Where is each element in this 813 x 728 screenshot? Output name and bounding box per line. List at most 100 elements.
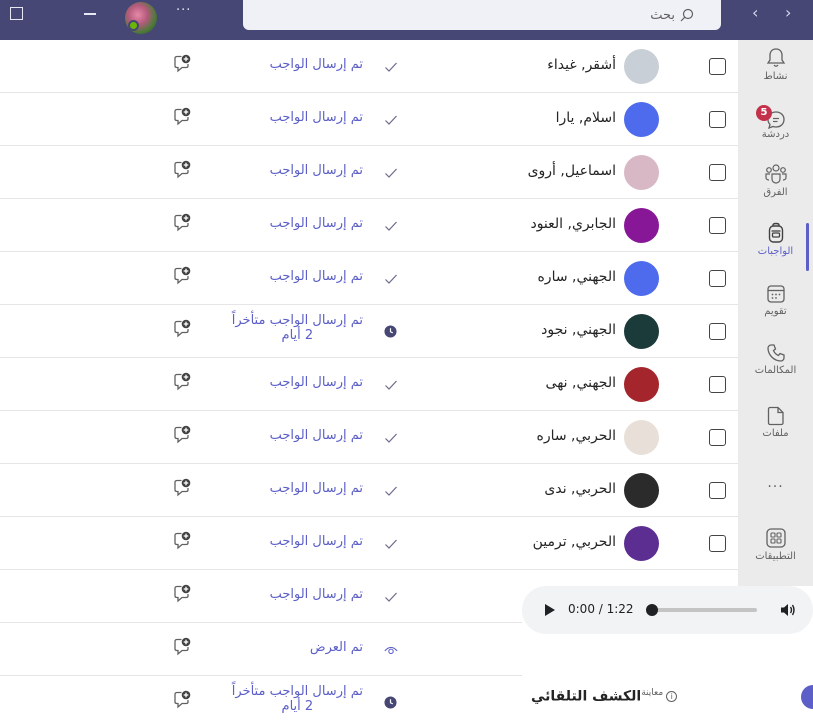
student-name[interactable]: الحربي, ندى — [544, 481, 616, 497]
rail-item-calendar[interactable]: تقويم — [738, 284, 813, 342]
submission-status[interactable]: تم إرسال الواجب — [270, 163, 363, 178]
add-feedback-icon[interactable] — [172, 213, 192, 233]
rail-item-assignments[interactable]: الواجبات — [738, 222, 813, 280]
search-icon — [680, 8, 694, 22]
bell-icon — [766, 48, 785, 67]
table-row[interactable]: أشقر, غيداء تم إرسال الواجب — [0, 40, 738, 93]
submission-status[interactable]: تم إرسال الواجب — [270, 534, 363, 549]
row-checkbox[interactable] — [709, 376, 726, 393]
student-name[interactable]: الحربي, ترمين — [533, 534, 616, 550]
volume-icon[interactable] — [780, 602, 796, 618]
row-checkbox[interactable] — [709, 535, 726, 552]
rail-item-files[interactable]: ملفات — [738, 406, 813, 464]
add-feedback-icon[interactable] — [172, 478, 192, 498]
search-box[interactable]: بحث — [243, 0, 721, 30]
rail-label-assignments: الواجبات — [757, 246, 794, 257]
calendar-icon — [766, 285, 785, 303]
add-feedback-icon[interactable] — [172, 425, 192, 445]
row-checkbox[interactable] — [709, 323, 726, 340]
info-icon[interactable]: i — [666, 690, 678, 702]
minimize-window-button[interactable] — [84, 13, 96, 15]
row-checkbox[interactable] — [709, 111, 726, 128]
rail-label-activity: نشاط — [763, 71, 788, 82]
add-feedback-icon[interactable] — [172, 584, 192, 604]
clock-icon — [384, 325, 397, 338]
rail-label-apps: التطبيقات — [755, 551, 796, 562]
rail-label-files: ملفات — [762, 428, 789, 439]
submission-status[interactable]: تم إرسال الواجب — [270, 481, 363, 496]
table-row[interactable]: الجابري, العنود تم إرسال الواجب — [0, 199, 738, 252]
add-feedback-icon[interactable] — [172, 637, 192, 657]
row-checkbox[interactable] — [709, 429, 726, 446]
student-avatar — [624, 473, 659, 508]
student-name[interactable]: الجابري, العنود — [530, 216, 616, 232]
nav-back-button[interactable]: ‹ — [752, 3, 758, 22]
rail-item-activity[interactable]: نشاط — [738, 47, 813, 105]
rail-item-chat[interactable]: 5 دردشة — [738, 105, 813, 163]
add-feedback-icon[interactable] — [172, 690, 192, 710]
more-options-button[interactable]: ··· — [176, 3, 191, 18]
rail-item-more[interactable]: ··· — [738, 476, 813, 534]
submission-status[interactable]: تم إرسال الواجب — [270, 375, 363, 390]
submission-status[interactable]: تم إرسال الواجب — [270, 428, 363, 443]
student-avatar — [624, 49, 659, 84]
row-checkbox[interactable] — [709, 164, 726, 181]
table-row[interactable]: الجهني, نجود تم إرسال الواجب متأخراً 2 أيا… — [0, 305, 738, 358]
add-feedback-icon[interactable] — [172, 372, 192, 392]
rail-label-calendar: تقويم — [764, 306, 787, 317]
student-name[interactable]: الجهني, نهى — [546, 375, 616, 391]
auto-detect-label: معاينةالكشف التلقائي i — [531, 688, 678, 705]
submission-status[interactable]: تم إرسال الواجب — [270, 216, 363, 231]
submission-status[interactable]: تم إرسال الواجب متأخراً 2 أيام — [232, 684, 363, 714]
row-checkbox[interactable] — [709, 482, 726, 499]
row-checkbox[interactable] — [709, 58, 726, 75]
submission-status[interactable]: تم إرسال الواجب — [270, 587, 363, 602]
student-name[interactable]: اسماعيل, أروى — [528, 163, 616, 179]
play-icon[interactable] — [544, 603, 556, 617]
more-icon: ··· — [767, 479, 784, 495]
preview-tag: معاينة — [641, 688, 664, 698]
submission-status[interactable]: تم إرسال الواجب — [270, 269, 363, 284]
table-row[interactable]: الحربي, ساره تم إرسال الواجب — [0, 411, 738, 464]
rail-item-apps[interactable]: التطبيقات — [738, 527, 813, 585]
check-icon — [385, 539, 397, 549]
submission-status[interactable]: تم إرسال الواجب — [270, 110, 363, 125]
backpack-icon — [768, 222, 783, 243]
nav-forward-button[interactable]: › — [785, 3, 791, 22]
auto-detect-toggle[interactable] — [801, 685, 813, 709]
table-row[interactable]: الجهني, ساره تم إرسال الواجب — [0, 252, 738, 305]
check-icon — [385, 486, 397, 496]
overlay-panel: 0:00 / 1:22 معاينةالكشف التلقائي i — [522, 586, 813, 728]
add-feedback-icon[interactable] — [172, 107, 192, 127]
table-row[interactable]: الحربي, ندى تم إرسال الواجب — [0, 464, 738, 517]
add-feedback-icon[interactable] — [172, 266, 192, 286]
student-name[interactable]: الحربي, ساره — [537, 428, 616, 444]
chat-unread-badge: 5 — [756, 105, 772, 121]
restore-window-button[interactable] — [10, 7, 23, 20]
student-name[interactable]: الجهني, ساره — [537, 269, 616, 285]
submission-status[interactable]: تم العرض — [310, 640, 363, 655]
check-icon — [385, 592, 397, 602]
row-checkbox[interactable] — [709, 270, 726, 287]
audio-seek-track[interactable] — [649, 608, 757, 612]
row-checkbox[interactable] — [709, 217, 726, 234]
table-row[interactable]: اسلام, يارا تم إرسال الواجب — [0, 93, 738, 146]
student-name[interactable]: الجهني, نجود — [541, 322, 616, 338]
check-icon — [385, 433, 397, 443]
add-feedback-icon[interactable] — [172, 160, 192, 180]
student-name[interactable]: اسلام, يارا — [556, 110, 616, 126]
submission-status[interactable]: تم إرسال الواجب — [270, 57, 363, 72]
table-row[interactable]: الحربي, ترمين تم إرسال الواجب — [0, 517, 738, 570]
add-feedback-icon[interactable] — [172, 531, 192, 551]
student-name[interactable]: أشقر, غيداء — [547, 57, 616, 73]
rail-item-teams[interactable]: الفرق — [738, 163, 813, 221]
eye-icon — [384, 646, 398, 655]
add-feedback-icon[interactable] — [172, 54, 192, 74]
table-row[interactable]: الجهني, نهى تم إرسال الواجب — [0, 358, 738, 411]
add-feedback-icon[interactable] — [172, 319, 192, 339]
rail-item-calls[interactable]: المكالمات — [738, 343, 813, 401]
submission-status[interactable]: تم إرسال الواجب متأخراً 2 أيام — [232, 313, 363, 343]
audio-seek-thumb[interactable] — [646, 604, 658, 616]
table-row[interactable]: اسماعيل, أروى تم إرسال الواجب — [0, 146, 738, 199]
audio-time: 0:00 / 1:22 — [568, 602, 634, 616]
